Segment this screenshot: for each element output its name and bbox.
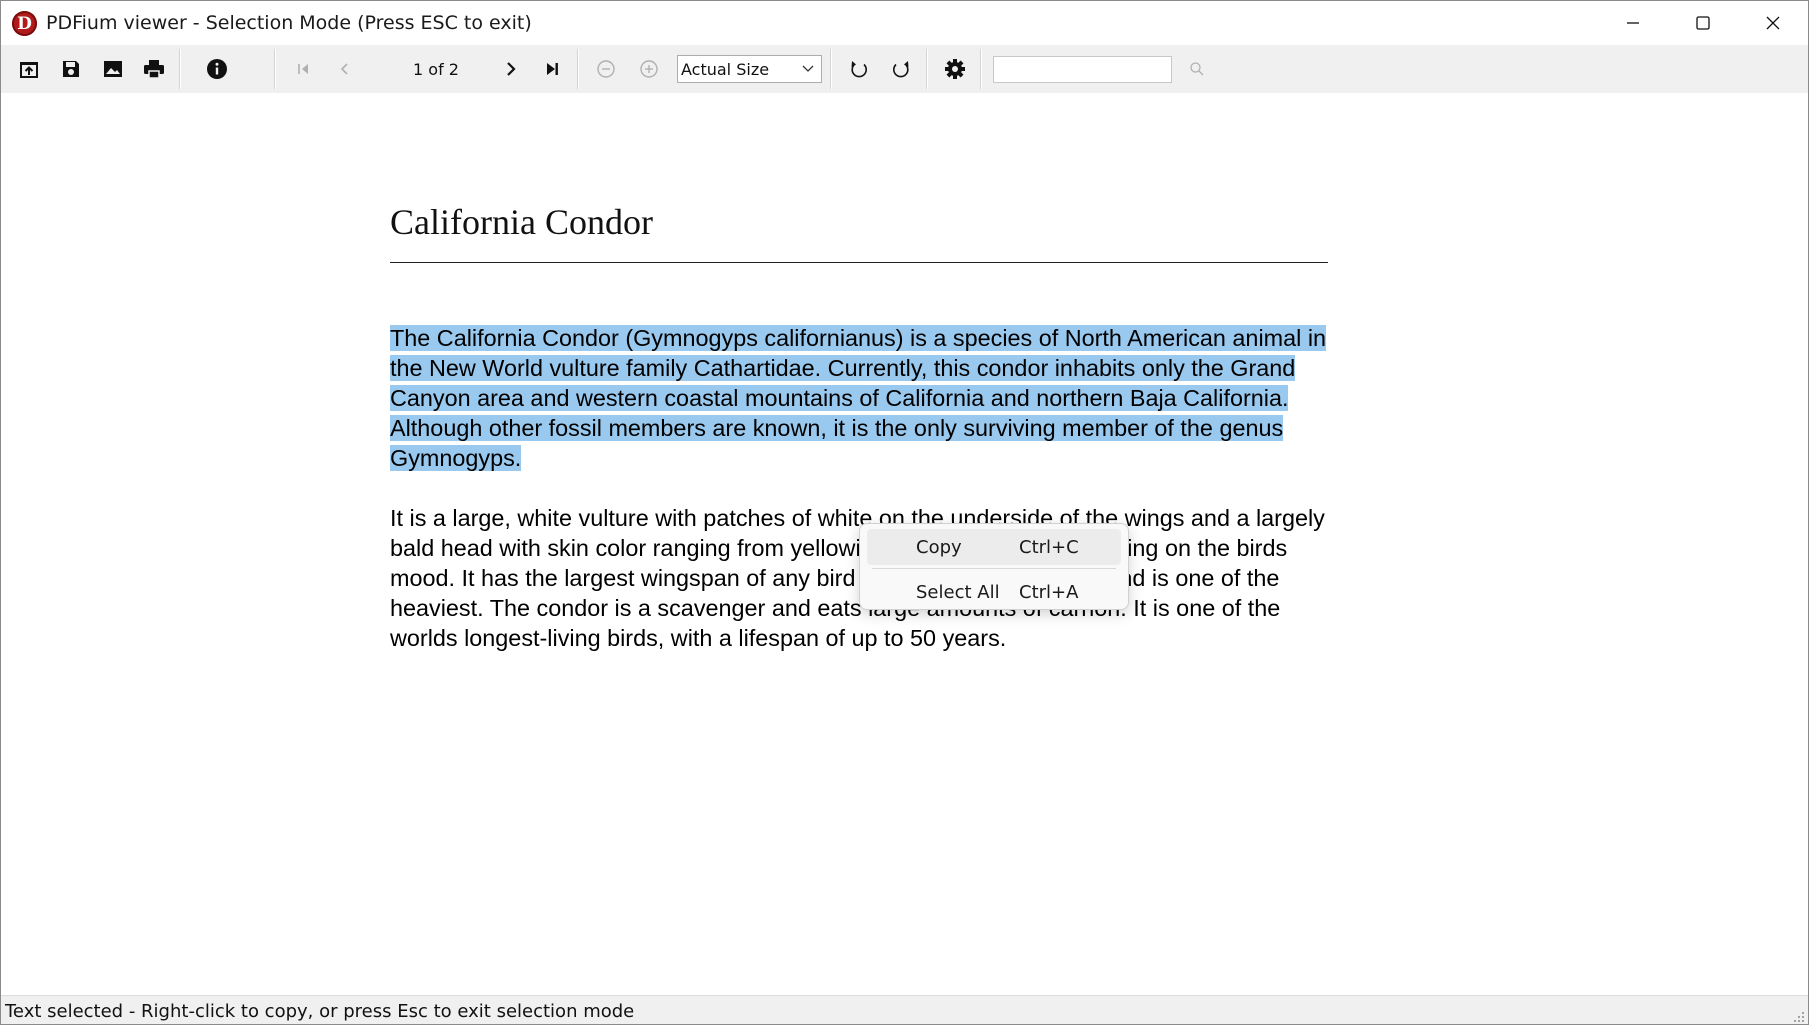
menu-item-copy[interactable]: Copy Ctrl+C <box>867 529 1121 565</box>
rotate-right-icon <box>893 61 909 78</box>
maximize-icon <box>1696 16 1710 30</box>
toolbar-separator <box>577 49 579 89</box>
menu-item-shortcut: Ctrl+A <box>1019 582 1079 603</box>
status-bar: Text selected - Right-click to copy, or … <box>1 995 1808 1024</box>
menu-item-label: Copy <box>916 537 962 558</box>
zoom-in-button[interactable] <box>632 45 666 93</box>
open-icon <box>20 62 38 78</box>
window-title: PDFium viewer - Selection Mode (Press ES… <box>46 12 532 34</box>
search-input[interactable] <box>993 56 1172 83</box>
rotate-left-button[interactable] <box>842 45 876 93</box>
title-divider <box>390 262 1328 263</box>
toolbar-separator <box>274 49 276 89</box>
document-view[interactable]: California Condor The California Condor … <box>1 93 1808 995</box>
maximize-button[interactable] <box>1669 1 1737 45</box>
toolbar-separator <box>980 49 982 89</box>
info-icon <box>207 59 227 79</box>
search-icon <box>1190 62 1204 76</box>
export-image-button[interactable] <box>96 45 130 93</box>
status-text: Text selected - Right-click to copy, or … <box>5 1001 635 1022</box>
print-button[interactable] <box>137 45 171 93</box>
document-info-button[interactable] <box>200 45 234 93</box>
resize-grip-icon[interactable] <box>1793 1011 1805 1023</box>
text-line[interactable]: Canyon area and western coastal mountain… <box>390 383 1370 413</box>
last-page-button[interactable] <box>535 45 569 93</box>
settings-icon <box>945 59 965 79</box>
close-button[interactable] <box>1739 1 1807 45</box>
save-button[interactable] <box>54 45 88 93</box>
next-page-icon <box>507 62 516 76</box>
text-line[interactable]: worlds longest-living birds, with a life… <box>390 623 1370 653</box>
menu-item-select-all[interactable]: Select All Ctrl+A <box>867 574 1121 610</box>
zoom-dropdown-value: Actual Size <box>681 60 770 79</box>
toolbar-separator <box>179 49 181 89</box>
next-page-button[interactable] <box>493 45 527 93</box>
print-icon <box>144 60 164 79</box>
menu-item-label: Select All <box>916 582 1000 603</box>
toolbar: 1 of 2 Actual Size <box>1 45 1808 93</box>
context-menu: Copy Ctrl+C Select All Ctrl+A <box>859 523 1129 610</box>
text-line[interactable]: Gymnogyps. <box>390 443 1370 473</box>
settings-button[interactable] <box>938 45 972 93</box>
prev-page-icon <box>340 63 348 75</box>
toolbar-separator <box>926 49 928 89</box>
minimize-button[interactable] <box>1599 1 1667 45</box>
zoom-dropdown[interactable]: Actual Size <box>677 55 822 83</box>
chevron-down-icon <box>802 65 814 72</box>
paragraph-selected[interactable]: The California Condor (Gymnogyps califor… <box>390 323 1370 473</box>
zoom-out-icon <box>597 60 615 78</box>
zoom-in-icon <box>640 60 658 78</box>
menu-divider <box>872 568 1116 569</box>
open-button[interactable] <box>12 45 46 93</box>
image-icon <box>104 61 122 77</box>
text-line[interactable]: Although other fossil members are known,… <box>390 413 1370 443</box>
title-bar: D PDFium viewer - Selection Mode (Press … <box>1 1 1808 45</box>
minimize-icon <box>1627 22 1639 24</box>
zoom-out-button[interactable] <box>589 45 623 93</box>
app-window: D PDFium viewer - Selection Mode (Press … <box>0 0 1809 1025</box>
menu-item-shortcut: Ctrl+C <box>1019 537 1079 558</box>
text-line[interactable]: the New World vulture family Cathartidae… <box>390 353 1370 383</box>
search-button[interactable] <box>1180 45 1214 93</box>
previous-page-button[interactable] <box>328 45 362 93</box>
page-indicator[interactable]: 1 of 2 <box>396 60 476 79</box>
text-line[interactable]: The California Condor (Gymnogyps califor… <box>390 323 1370 353</box>
save-icon <box>63 61 79 77</box>
app-logo-icon: D <box>12 11 37 36</box>
document-title: California Condor <box>390 202 653 242</box>
close-icon <box>1766 16 1780 30</box>
rotate-left-icon <box>851 61 867 78</box>
rotate-right-button[interactable] <box>884 45 918 93</box>
first-page-button[interactable] <box>287 45 321 93</box>
last-page-icon <box>547 63 558 75</box>
first-page-icon <box>298 64 308 74</box>
toolbar-separator <box>830 49 832 89</box>
